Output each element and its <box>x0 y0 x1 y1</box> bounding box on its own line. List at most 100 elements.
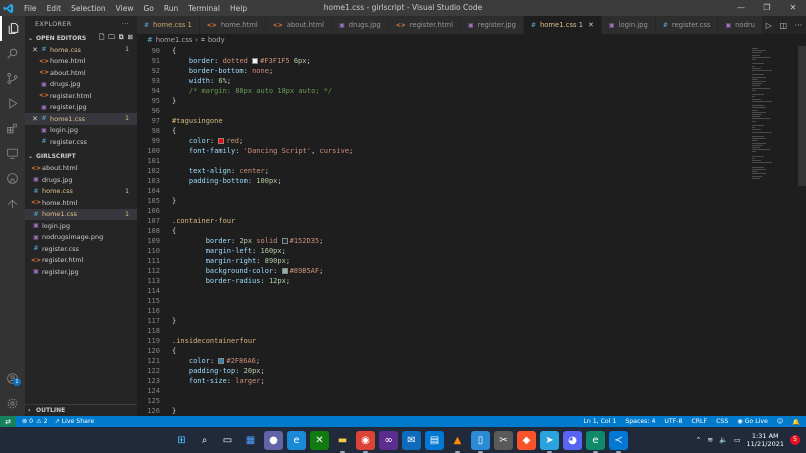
cursor-position[interactable]: Ln 1, Col 1 <box>583 418 616 426</box>
tab-login-jpg[interactable]: ▣ login.jpg <box>601 16 656 34</box>
menu-item-selection[interactable]: Selection <box>71 4 106 13</box>
search-icon[interactable]: ⌕ <box>195 431 214 450</box>
split-editor-icon[interactable]: ◫ <box>779 21 787 30</box>
file-item[interactable]: ▣ register.jpg <box>25 102 137 114</box>
more-actions-icon[interactable]: ··· <box>122 20 129 28</box>
file-item[interactable]: # register.css <box>25 136 137 148</box>
more-icon[interactable]: ··· <box>795 21 803 30</box>
color-swatch[interactable] <box>281 268 288 274</box>
edge-browser-icon[interactable]: e <box>287 430 306 450</box>
breadcrumb-file[interactable]: home1.css <box>156 36 193 44</box>
run-icon[interactable]: ▷ <box>766 21 772 30</box>
windows-start-icon[interactable]: ⊞ <box>172 431 191 450</box>
menu-item-edit[interactable]: Edit <box>47 4 62 13</box>
file-item[interactable]: <> home.html <box>25 197 137 209</box>
tab-nodru[interactable]: ▣ nodru <box>718 16 763 34</box>
minimize-button[interactable]: — <box>728 0 754 16</box>
close-icon[interactable]: ✕ <box>31 46 39 54</box>
search-icon[interactable] <box>0 41 25 66</box>
color-swatch[interactable] <box>281 238 288 244</box>
remote-indicator[interactable]: ⇄ <box>0 416 16 427</box>
color-swatch[interactable] <box>218 358 225 364</box>
file-item[interactable]: <> home.html <box>25 56 137 68</box>
widgets-icon[interactable]: ▦ <box>241 431 260 450</box>
file-item[interactable]: ▣ nodrugsimage.png <box>25 232 137 244</box>
file-item[interactable]: ▣ login.jpg <box>25 125 137 137</box>
tab-home-html[interactable]: <> home.html <box>199 16 266 34</box>
live-share-status[interactable]: ↗ Live Share <box>55 418 95 425</box>
menu-item-go[interactable]: Go <box>143 4 153 13</box>
edge-dev-icon[interactable]: e <box>586 430 605 453</box>
close-icon[interactable]: ✕ <box>31 115 39 123</box>
file-item[interactable]: <> register.html <box>25 255 137 267</box>
chevron-up-icon[interactable]: ⌃ <box>695 436 701 444</box>
brave-icon[interactable]: ◆ <box>517 430 536 450</box>
file-item[interactable]: ▣ login.jpg <box>25 220 137 232</box>
file-encoding[interactable]: UTF-8 <box>664 418 682 426</box>
file-explorer-icon[interactable]: ▬ <box>333 431 352 453</box>
clock[interactable]: 1:31 AM 11/21/2021 <box>747 432 784 448</box>
file-item[interactable]: <> about.html <box>25 67 137 79</box>
chrome-icon[interactable]: ◉ <box>356 430 375 453</box>
end-of-line[interactable]: CRLF <box>691 418 707 426</box>
file-item[interactable]: # home.css 1 <box>25 186 137 198</box>
feedback-icon[interactable]: ☺ <box>777 418 783 426</box>
folder-header[interactable]: ⌄ GIRLSCRIPT <box>25 151 137 163</box>
tab-home-css-1[interactable]: # home.css 1 <box>137 16 200 34</box>
close-tab-icon[interactable]: ✕ <box>588 21 594 29</box>
discord-icon[interactable]: ◕ <box>563 430 582 450</box>
wifi-icon[interactable]: ≋ <box>707 436 713 444</box>
tab-register-jpg[interactable]: ▣ register.jpg <box>461 16 524 34</box>
file-item[interactable]: # home1.css 1 <box>25 208 137 220</box>
teams-chat-icon[interactable]: ● <box>264 430 283 450</box>
code-editor[interactable]: 90{91 border: dotted #F3F1F5 6px; 92 bord… <box>137 46 747 416</box>
notification-count[interactable]: 5 <box>790 435 800 445</box>
open-editors-header[interactable]: ⌄ OPEN EDITORS 🗋 🗀 ⧉ ⊠ <box>25 32 137 44</box>
notepad-icon[interactable]: ▯ <box>471 430 490 453</box>
vlc-icon[interactable]: ▲ <box>448 431 467 453</box>
task-view-icon[interactable]: ▭ <box>218 431 237 450</box>
file-item[interactable]: ✕ # home.css 1 <box>25 44 137 56</box>
speaker-icon[interactable]: 🔈 <box>719 436 728 444</box>
remote-desktop-icon[interactable]: ▤ <box>425 430 444 450</box>
color-swatch[interactable] <box>252 58 259 64</box>
mail-icon[interactable]: ✉ <box>402 430 421 450</box>
minimap[interactable] <box>750 46 806 416</box>
vscode-icon[interactable]: ≺ <box>609 430 628 453</box>
tab-register-css[interactable]: # register.css <box>655 16 719 34</box>
tab-register-html[interactable]: <> register.html <box>388 16 461 34</box>
maximize-button[interactable]: ❐ <box>754 0 780 16</box>
outline-header[interactable]: › OUTLINE <box>25 404 137 416</box>
go-live-button[interactable]: ◉ Go Live <box>737 418 768 426</box>
new-file-icon[interactable]: 🗋 <box>99 33 104 44</box>
account-icon[interactable]: 1 <box>0 366 25 391</box>
file-item[interactable]: ▣ drugs.jpg <box>25 79 137 91</box>
file-item[interactable]: # register.css <box>25 243 137 255</box>
menu-item-help[interactable]: Help <box>230 4 247 13</box>
battery-icon[interactable]: ▭ <box>734 436 741 444</box>
problems-errors[interactable]: ⊗ 0 <box>22 418 33 425</box>
remote-explorer-icon[interactable] <box>0 141 25 166</box>
breadcrumb-symbol[interactable]: body <box>208 36 225 44</box>
problems-warnings[interactable]: ⚠ 2 <box>36 418 47 425</box>
extensions-icon[interactable] <box>0 116 25 141</box>
new-folder-icon[interactable]: 🗀 <box>108 33 115 44</box>
file-item[interactable]: <> about.html <box>25 163 137 175</box>
language-mode[interactable]: CSS <box>716 418 728 426</box>
menu-item-view[interactable]: View <box>116 4 134 13</box>
github-icon[interactable] <box>0 166 25 191</box>
snipping-tool-icon[interactable]: ✂ <box>494 430 513 450</box>
color-swatch[interactable] <box>218 138 225 144</box>
settings-gear-icon[interactable] <box>0 391 25 416</box>
source-control-icon[interactable] <box>0 66 25 91</box>
explorer-icon[interactable] <box>0 16 25 41</box>
indentation[interactable]: Spaces: 4 <box>625 418 655 426</box>
menu-item-run[interactable]: Run <box>164 4 178 13</box>
close-window-button[interactable]: ✕ <box>780 0 806 16</box>
file-item[interactable]: ▣ register.jpg <box>25 266 137 278</box>
notifications-bell-icon[interactable]: 🔔 <box>792 418 800 426</box>
tab-drugs-jpg[interactable]: ▣ drugs.jpg <box>332 16 389 34</box>
editor-scrollbar[interactable] <box>798 46 806 186</box>
file-item[interactable]: ✕ # home1.css 1 <box>25 113 137 125</box>
close-all-icon[interactable]: ⊠ <box>128 33 133 44</box>
